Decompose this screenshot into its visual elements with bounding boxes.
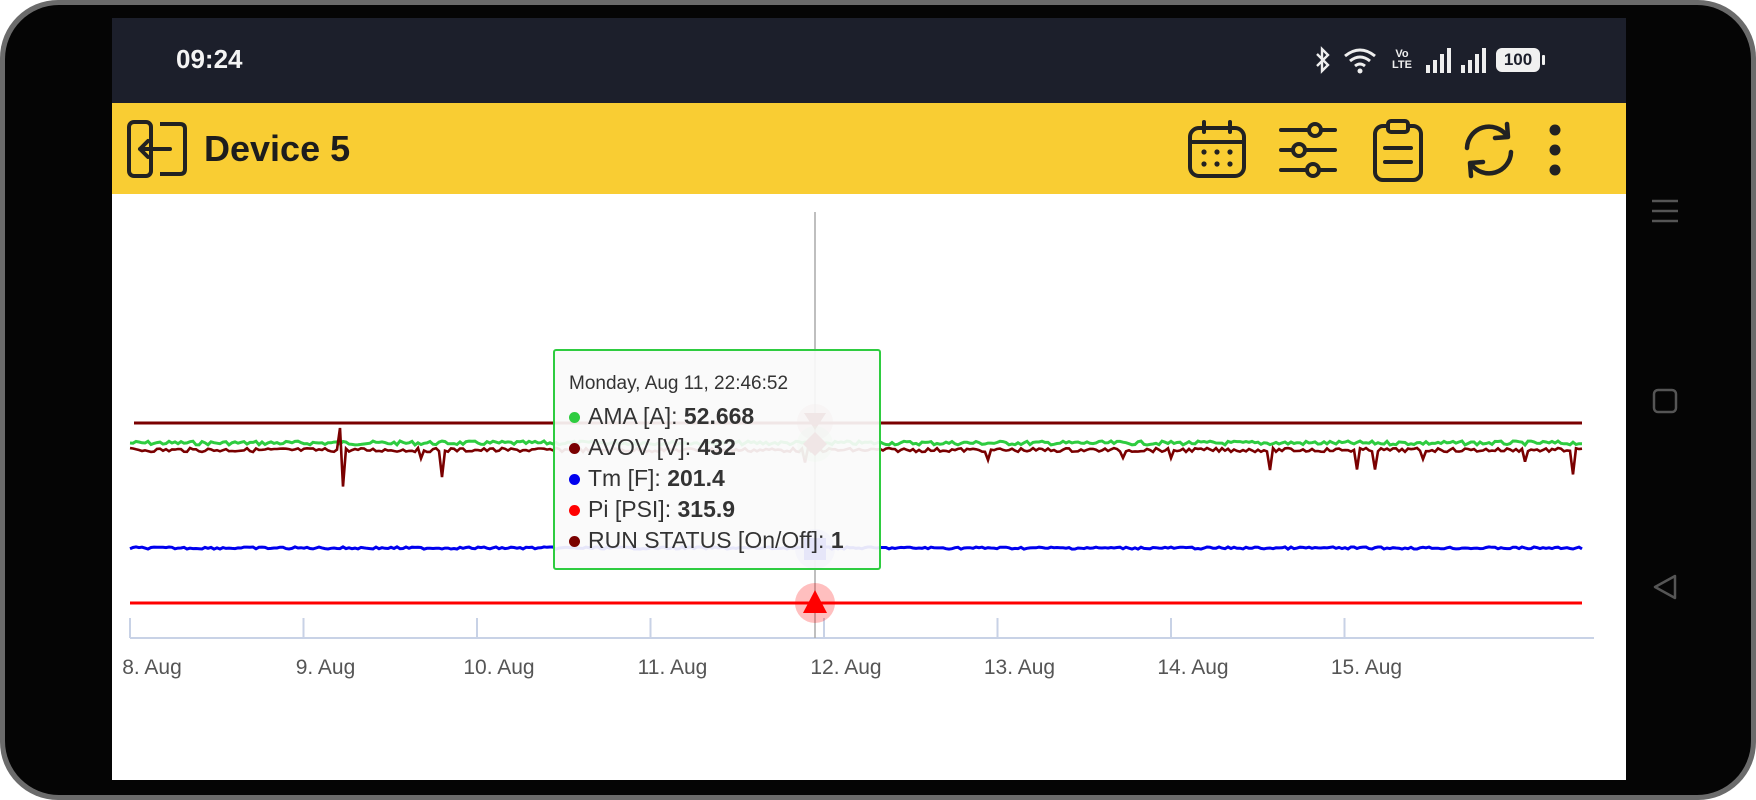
tooltip-label: Tm [F]: — [588, 465, 668, 491]
tooltip-label: AVOV [V]: — [588, 434, 698, 460]
menu-nav-icon[interactable] — [1650, 197, 1680, 225]
x-tick-label: 9. Aug — [296, 656, 356, 679]
series-dot-run-status — [569, 536, 580, 547]
wifi-icon — [1344, 48, 1376, 74]
clipboard-icon — [1373, 119, 1423, 182]
more-vert-icon — [1549, 124, 1561, 176]
x-tick-label: 13. Aug — [984, 656, 1055, 679]
tooltip-value: 52.668 — [683, 403, 755, 429]
phone-frame: 09:24 Vo LTE 100 Device 5 8. Aug 9. Aug … — [0, 0, 1756, 800]
calendar-icon — [1188, 120, 1246, 178]
calendar-button[interactable] — [1184, 117, 1250, 183]
tooltip-label: Pi [PSI]: — [588, 496, 678, 522]
tooltip-value: 201.4 — [667, 465, 725, 491]
x-tick-label: 14. Aug — [1157, 656, 1228, 679]
bluetooth-icon — [1316, 46, 1330, 74]
series-dot-pi — [569, 505, 580, 516]
x-tick-label: 12. Aug — [810, 656, 881, 679]
status-bar: 09:24 Vo LTE 100 — [112, 18, 1626, 103]
status-icons: Vo LTE 100 — [1314, 42, 1545, 78]
tooltip-value: 432 — [697, 434, 736, 460]
x-tick-label: 8. Aug — [122, 656, 182, 679]
exit-button[interactable] — [126, 118, 188, 180]
page-title: Device 5 — [204, 128, 351, 169]
tooltip-row: AVOV [V]: 432 — [569, 432, 865, 463]
tooltip-row: Tm [F]: 201.4 — [569, 463, 865, 494]
tooltip-value: 315.9 — [677, 496, 736, 522]
tooltip-value: 1 — [830, 527, 844, 553]
device-screen: 09:24 Vo LTE 100 Device 5 8. Aug 9. Aug … — [112, 18, 1626, 780]
battery-icon: 100 — [1496, 48, 1545, 72]
x-tick-label: 10. Aug — [463, 656, 534, 679]
x-tick-label: 11. Aug — [638, 656, 708, 679]
sliders-icon — [1279, 122, 1337, 178]
chart-area[interactable]: 8. Aug 9. Aug 10. Aug 11. Aug 12. Aug 13. Aug… — [112, 194, 1626, 780]
x-tick-label: 15. Aug — [1331, 656, 1402, 679]
clipboard-button[interactable] — [1365, 117, 1431, 183]
tooltip-date: Monday, Aug 11, 22:46:52 — [569, 373, 789, 394]
tooltip-row: Pi [PSI]: 315.9 — [569, 494, 865, 525]
chart-tooltip: Monday, Aug 11, 22:46:52 AMA [A]: 52.668… — [553, 349, 881, 570]
signal-1-icon — [1426, 47, 1451, 73]
tooltip-row: AMA [A]: 52.668 — [569, 401, 865, 432]
tooltip-label: AMA [A]: — [588, 403, 684, 429]
signal-2-icon — [1461, 47, 1486, 73]
series-dot-tm — [569, 474, 580, 485]
back-nav-icon[interactable] — [1650, 572, 1680, 602]
volte-label: Vo LTE — [1392, 48, 1412, 71]
app-bar: Device 5 — [112, 103, 1626, 194]
status-time: 09:24 — [176, 44, 243, 74]
refresh-button[interactable] — [1456, 117, 1522, 183]
home-nav-icon[interactable] — [1650, 386, 1680, 416]
series-dot-avov — [569, 443, 580, 454]
more-options-button[interactable] — [1535, 117, 1575, 183]
series-dot-ama — [569, 412, 580, 423]
refresh-icon — [1464, 121, 1514, 179]
exit-icon — [127, 120, 187, 178]
tooltip-row: RUN STATUS [On/Off]: 1 — [569, 525, 865, 556]
filter-button[interactable] — [1274, 117, 1340, 183]
tooltip-label: RUN STATUS [On/Off]: — [588, 527, 831, 553]
